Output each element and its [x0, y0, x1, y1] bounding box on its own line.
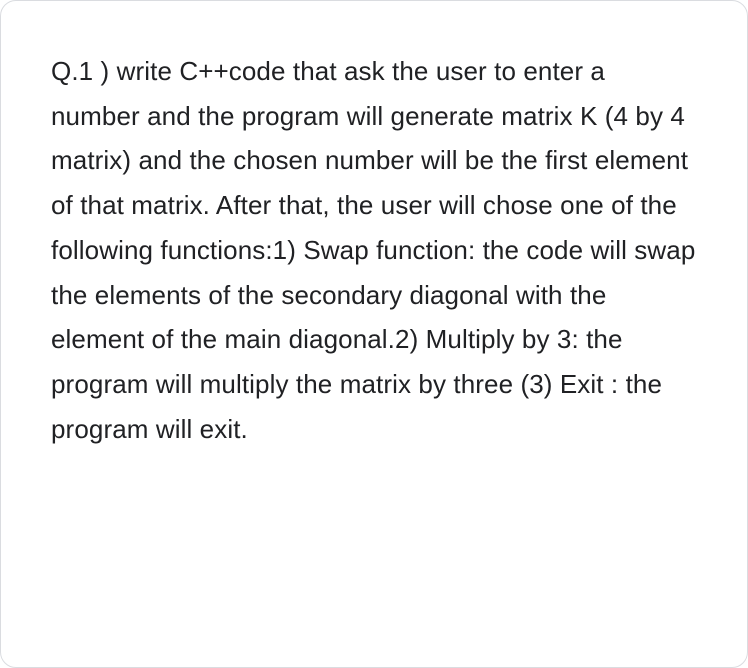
question-card: Q.1 ) write C++code that ask the user to…	[0, 0, 748, 668]
question-text: Q.1 ) write C++code that ask the user to…	[51, 49, 697, 451]
